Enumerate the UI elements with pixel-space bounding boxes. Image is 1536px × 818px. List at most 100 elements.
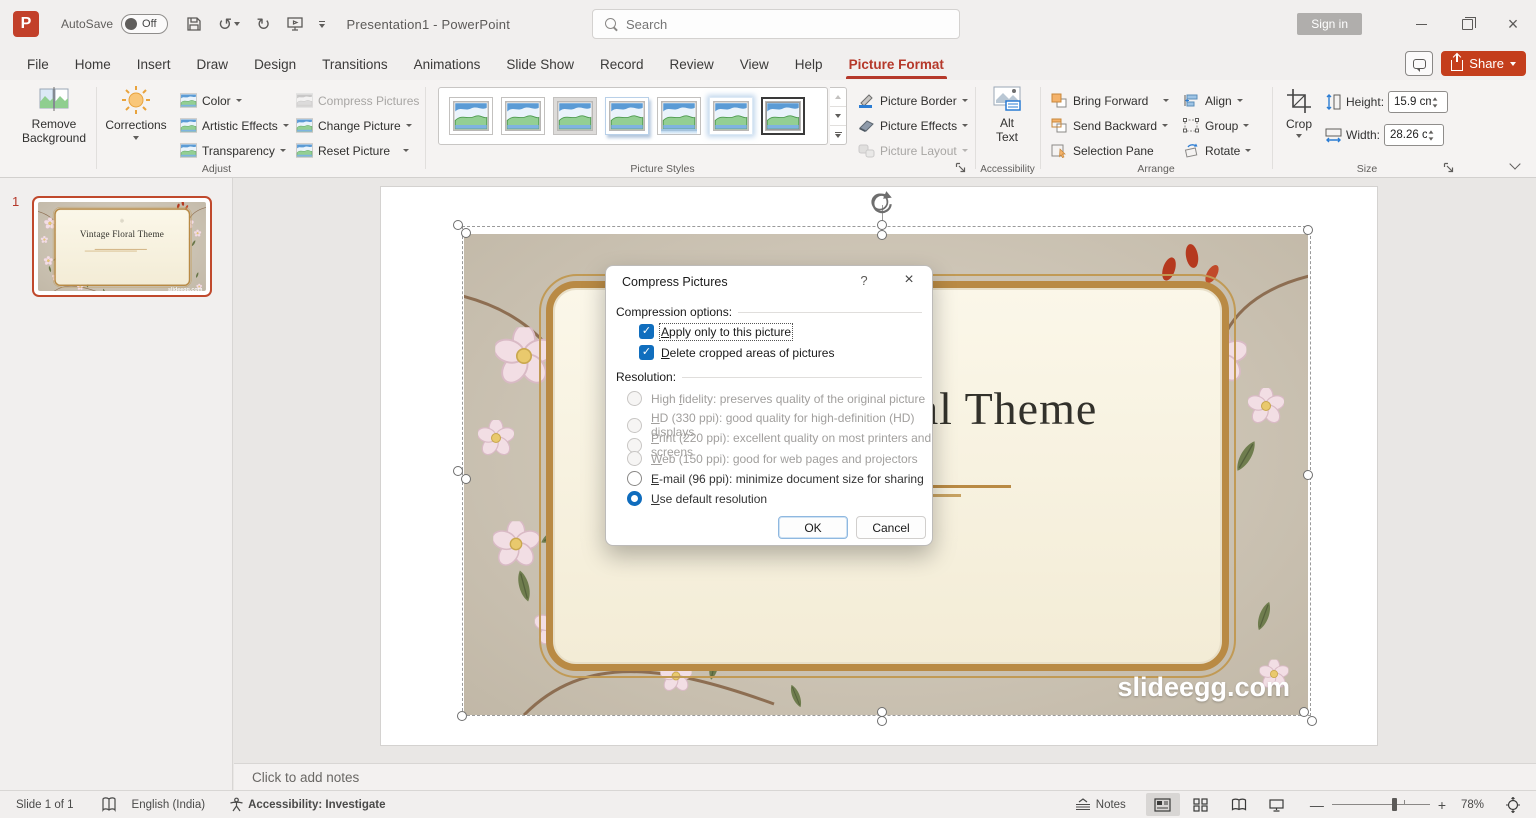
powerpoint-logo[interactable]: P [13,11,39,37]
accessibility-status[interactable]: Accessibility: Investigate [248,799,385,811]
radio-selected-icon[interactable] [627,491,642,506]
height-input[interactable] [1389,96,1432,108]
dialog-help-button[interactable]: ? [854,273,874,288]
close-button[interactable]: × [1490,0,1536,48]
picture-border-button[interactable]: Picture Border [858,88,968,113]
width-field[interactable] [1384,124,1445,146]
search-box[interactable] [592,9,960,39]
picture-style-thumb[interactable] [553,97,597,135]
redo-button[interactable]: ↻ [256,16,270,33]
tab-slide-show[interactable]: Slide Show [493,50,587,79]
radio-icon[interactable] [627,471,642,486]
gallery-more-button[interactable] [830,126,846,144]
tab-transitions[interactable]: Transitions [309,50,401,79]
sign-in-button[interactable]: Sign in [1297,13,1362,35]
selection-handle[interactable] [1303,225,1313,235]
restore-button[interactable] [1444,0,1490,48]
minimize-button[interactable] [1398,0,1444,48]
color-button[interactable]: Color [180,88,289,113]
tab-review[interactable]: Review [657,50,727,79]
view-slide-sorter-button[interactable] [1184,793,1218,816]
height-field[interactable] [1388,91,1449,113]
picture-styles-dialog-launcher[interactable] [955,161,967,173]
radio-icon[interactable] [627,391,642,406]
change-picture-button[interactable]: Change Picture [296,113,419,138]
crop-button[interactable]: Crop [1277,88,1321,138]
selection-handle[interactable] [1303,470,1313,480]
customize-qat-icon[interactable] [318,20,325,28]
radio-web[interactable]: Web (150 ppi): good for web pages and pr… [627,451,918,466]
corrections-button[interactable]: Corrections [102,86,170,140]
autosave-toggle[interactable]: Off [121,14,169,34]
selection-handle[interactable] [461,474,471,484]
picture-style-thumb-selected[interactable] [761,97,805,135]
tab-picture-format[interactable]: Picture Format [836,50,957,79]
start-slideshow-icon[interactable] [286,16,303,32]
gallery-scroll-up[interactable] [830,88,846,107]
selection-handle[interactable] [877,716,887,726]
zoom-percentage[interactable]: 78% [1446,799,1484,811]
remove-background-button[interactable]: Remove Background [20,86,88,145]
search-input[interactable] [626,16,926,32]
send-backward-button[interactable]: Send Backward [1051,113,1169,138]
checkbox-checked-icon[interactable]: ✓ [639,324,654,339]
view-reading-button[interactable] [1222,793,1256,816]
tab-file[interactable]: File [14,50,62,79]
delete-cropped-checkbox-row[interactable]: ✓ Delete cropped areas of pictures [639,345,834,360]
alt-text-button[interactable]: Alt Text [982,86,1032,144]
slide-thumbnail[interactable]: Vintage Floral Theme slideegg.com [32,196,212,297]
picture-effects-button[interactable]: Picture Effects [858,113,969,138]
selection-handle[interactable] [1307,716,1317,726]
collapse-ribbon-button[interactable] [1510,163,1520,169]
picture-layout-button[interactable]: Picture Layout [858,138,968,163]
notes-toggle[interactable]: Notes [1075,798,1126,811]
width-input[interactable] [1385,129,1428,141]
view-normal-button[interactable] [1145,793,1180,816]
height-spinner[interactable] [1432,96,1438,108]
tab-animations[interactable]: Animations [401,50,494,79]
undo-button[interactable]: ↺ [218,16,241,33]
cancel-button[interactable]: Cancel [856,516,926,539]
align-button[interactable]: Align [1183,88,1251,113]
selection-handle[interactable] [1299,707,1309,717]
zoom-in-button[interactable]: + [1438,797,1446,813]
selection-handle[interactable] [457,711,467,721]
artistic-effects-button[interactable]: Artistic Effects [180,113,289,138]
rotate-handle-icon[interactable] [869,189,895,215]
radio-icon[interactable] [627,451,642,466]
share-button[interactable]: Share [1441,51,1526,76]
checkbox-checked-icon[interactable]: ✓ [639,345,654,360]
rotate-button[interactable]: Rotate [1183,138,1252,163]
language-indicator[interactable]: English (India) [132,799,206,811]
zoom-out-button[interactable]: — [1310,797,1324,813]
tab-record[interactable]: Record [587,50,657,79]
width-spinner[interactable] [1428,129,1434,141]
group-button[interactable]: Group [1183,113,1251,138]
comments-button[interactable] [1405,51,1434,76]
dialog-close-button[interactable]: × [898,271,920,289]
picture-style-thumb[interactable] [605,97,649,135]
apply-only-checkbox-row[interactable]: ✓ Apply only to this picture [639,322,794,341]
picture-style-thumb[interactable] [449,97,493,135]
tab-design[interactable]: Design [241,50,309,79]
save-icon[interactable] [186,16,202,32]
zoom-slider-handle[interactable] [1391,798,1397,811]
radio-email[interactable]: E-mail (96 ppi): minimize document size … [627,471,924,486]
gallery-scroll-down[interactable] [830,107,846,126]
tab-home[interactable]: Home [62,50,124,79]
tab-help[interactable]: Help [782,50,836,79]
picture-style-thumb[interactable] [501,97,545,135]
slide-indicator[interactable]: Slide 1 of 1 [16,799,74,811]
radio-use-default[interactable]: Use default resolution [627,491,767,506]
tab-insert[interactable]: Insert [124,50,184,79]
zoom-slider[interactable] [1331,798,1430,811]
notes-pane[interactable]: Click to add notes [234,763,1536,790]
compress-pictures-button[interactable]: Compress Pictures [296,88,419,113]
picture-style-thumb[interactable] [657,97,701,135]
fit-to-window-button[interactable] [1496,793,1530,816]
transparency-button[interactable]: Transparency [180,138,289,163]
bring-forward-button[interactable]: Bring Forward [1051,88,1170,113]
ok-button[interactable]: OK [778,516,848,539]
selection-handle[interactable] [877,230,887,240]
selection-handle[interactable] [877,220,887,230]
